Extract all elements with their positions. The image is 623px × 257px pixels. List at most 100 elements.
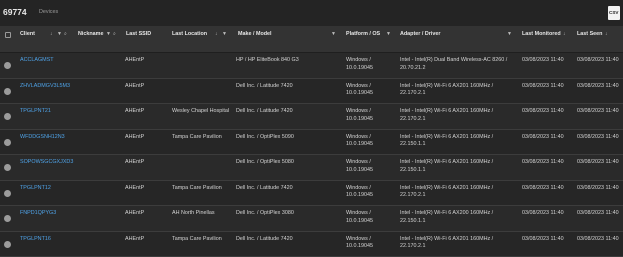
make-model: Dell Inc. / Latitude 7420: [236, 82, 293, 89]
csv-export-icon[interactable]: CSV: [608, 6, 620, 20]
last-ssid: AHEntP: [125, 184, 145, 191]
last-seen: 03/08/2023 11:40: [577, 57, 619, 63]
make-model: Dell Inc. / Latitude 7420: [236, 108, 293, 114]
table-row[interactable]: FNPD1QPYG3 AHEntP AH North Pinellas Dell…: [0, 206, 623, 232]
platform-os: Windows / 10.0.19045: [346, 210, 373, 224]
column-header-client[interactable]: Client: [20, 31, 35, 39]
sort-arrow-icon[interactable]: ↓: [605, 31, 608, 37]
table-row[interactable]: ZHVLADMGV3L5M3 AHEntP Dell Inc. / Latitu…: [0, 78, 623, 104]
status-dot-icon: [4, 138, 11, 146]
adapter-driver: Intel - Intel(R) Wi-Fi 6 AX201 160MHz / …: [400, 159, 494, 173]
last-monitored: 03/08/2023 11:40: [522, 159, 564, 165]
search-icon[interactable]: ⌕: [64, 31, 67, 37]
status-dot-icon: [4, 87, 11, 95]
last-seen: 03/08/2023 11:40: [577, 108, 619, 114]
client-link[interactable]: ZHVLADMGV3L5M3: [20, 83, 70, 91]
select-all-checkbox[interactable]: [5, 32, 11, 38]
adapter-driver: Intel - Intel(R) Wi-Fi 6 AX201 160MHz / …: [400, 82, 494, 97]
column-header-last-monitored[interactable]: Last Monitored: [522, 31, 562, 39]
client-link[interactable]: TPGLPNT16: [20, 236, 51, 244]
sort-arrow-icon[interactable]: ↓: [50, 31, 53, 37]
table-row[interactable]: TPGLPNT16 AHEntP Tampa Care Pavilion Del…: [0, 231, 623, 257]
last-monitored: 03/08/2023 11:40: [522, 235, 564, 242]
platform-os: Windows / 10.0.19045: [346, 57, 373, 71]
table-header: Client ↓ ▼ ⌕ Nickname ▼ ⌕ Last SSID Last…: [0, 26, 623, 53]
table-row[interactable]: TPGLPNT21 AHEntP Wesley Chapel Hospital …: [0, 104, 623, 130]
make-model: Dell Inc. / Latitude 7420: [236, 184, 293, 191]
column-header-last-location[interactable]: Last Location: [172, 31, 207, 39]
last-location: AH North Pinellas: [172, 210, 215, 216]
client-link[interactable]: SOPOWSGCGXJXD3: [20, 159, 73, 167]
adapter-driver: Intel - Intel(R) Wi-Fi 6 AX201 160MHz / …: [400, 133, 494, 148]
adapter-driver: Intel - Intel(R) Wi-Fi 6 AX200 160MHz / …: [400, 210, 494, 224]
last-monitored: 03/08/2023 11:40: [522, 57, 564, 63]
devices-toolbar: 69774 Devices CSV: [0, 0, 623, 26]
last-location: Tampa Care Pavilion: [172, 184, 222, 191]
platform-os: Windows / 10.0.19045: [346, 235, 373, 250]
last-ssid: AHEntP: [125, 82, 145, 89]
client-link[interactable]: TPGLPNT12: [20, 185, 51, 193]
last-ssid: AHEntP: [125, 159, 145, 165]
client-link[interactable]: WFDDGSNH12N3: [20, 134, 65, 142]
sort-arrow-icon[interactable]: ↓: [215, 31, 218, 37]
make-model: Dell Inc. / OptiPlex 5080: [236, 159, 294, 165]
status-dot-icon: [4, 240, 11, 248]
last-ssid: AHEntP: [125, 57, 145, 63]
status-dot-icon: [4, 215, 11, 222]
last-ssid: AHEntP: [125, 235, 145, 242]
sort-arrow-icon[interactable]: ↓: [563, 31, 566, 37]
device-count: 69774: [3, 7, 27, 17]
last-location: Wesley Chapel Hospital: [172, 108, 230, 114]
column-header-last-ssid[interactable]: Last SSID: [126, 31, 154, 39]
filter-icon[interactable]: ▼: [331, 31, 336, 37]
status-dot-icon: [4, 62, 11, 69]
status-dot-icon: [4, 189, 11, 197]
table-row[interactable]: WFDDGSNH12N3 AHEntP Tampa Care Pavilion …: [0, 129, 623, 155]
client-link[interactable]: ACCLAGMST: [20, 57, 54, 65]
search-icon[interactable]: ⌕: [113, 31, 116, 37]
filter-icon[interactable]: ▼: [386, 31, 391, 37]
table-row[interactable]: TPGLPNT12 AHEntP Tampa Care Pavilion Del…: [0, 180, 623, 206]
client-link[interactable]: FNPD1QPYG3: [20, 210, 56, 218]
last-seen: 03/08/2023 11:40: [577, 159, 619, 165]
column-header-make-model[interactable]: Make / Model: [238, 31, 272, 39]
filter-icon[interactable]: ▼: [106, 31, 111, 37]
last-ssid: AHEntP: [125, 133, 145, 140]
last-monitored: 03/08/2023 11:40: [522, 210, 564, 216]
last-seen: 03/08/2023 11:40: [577, 82, 619, 89]
platform-os: Windows / 10.0.19045: [346, 159, 373, 173]
adapter-driver: Intel - Intel(R) Wi-Fi 6 AX201 160MHz / …: [400, 184, 494, 199]
adapter-driver: Intel - Intel(R) Wi-Fi 6 AX201 160MHz / …: [400, 108, 494, 122]
status-dot-icon: [4, 164, 11, 171]
platform-os: Windows / 10.0.19045: [346, 108, 373, 122]
last-seen: 03/08/2023 11:40: [577, 133, 619, 140]
make-model: Dell Inc. / OptiPlex 3080: [236, 210, 294, 216]
filter-icon[interactable]: ▼: [507, 31, 512, 37]
last-ssid: AHEntP: [125, 210, 145, 216]
csv-label: CSV: [609, 10, 619, 15]
table-row[interactable]: SOPOWSGCGXJXD3 AHEntP Dell Inc. / OptiPl…: [0, 155, 623, 181]
column-header-adapter-driver[interactable]: Adapter / Driver: [400, 31, 440, 39]
adapter-driver: Intel - Intel(R) Dual Band Wireless-AC 8…: [400, 57, 508, 71]
last-ssid: AHEntP: [125, 108, 145, 114]
make-model: HP / HP EliteBook 840 G3: [236, 57, 299, 63]
platform-os: Windows / 10.0.19045: [346, 82, 373, 97]
last-seen: 03/08/2023 11:40: [577, 210, 619, 216]
last-monitored: 03/08/2023 11:40: [522, 133, 564, 140]
last-monitored: 03/08/2023 11:40: [522, 82, 564, 89]
adapter-driver: Intel - Intel(R) Wi-Fi 6 AX201 160MHz / …: [400, 235, 494, 250]
filter-icon[interactable]: ▼: [57, 31, 62, 37]
table-row[interactable]: ACCLAGMST AHEntP HP / HP EliteBook 840 G…: [0, 53, 623, 79]
column-header-platform-os[interactable]: Platform / OS: [346, 31, 386, 39]
last-location: Tampa Care Pavilion: [172, 133, 222, 140]
last-monitored: 03/08/2023 11:40: [522, 108, 564, 114]
column-header-nickname[interactable]: Nickname: [78, 31, 103, 39]
client-link[interactable]: TPGLPNT21: [20, 108, 51, 116]
filter-icon[interactable]: ▼: [222, 31, 227, 37]
make-model: Dell Inc. / OptiPlex 5090: [236, 133, 294, 140]
platform-os: Windows / 10.0.19045: [346, 184, 373, 199]
column-header-last-seen[interactable]: Last Seen: [577, 31, 602, 39]
status-dot-icon: [4, 113, 11, 120]
device-count-label: Devices: [39, 9, 59, 15]
platform-os: Windows / 10.0.19045: [346, 133, 373, 148]
